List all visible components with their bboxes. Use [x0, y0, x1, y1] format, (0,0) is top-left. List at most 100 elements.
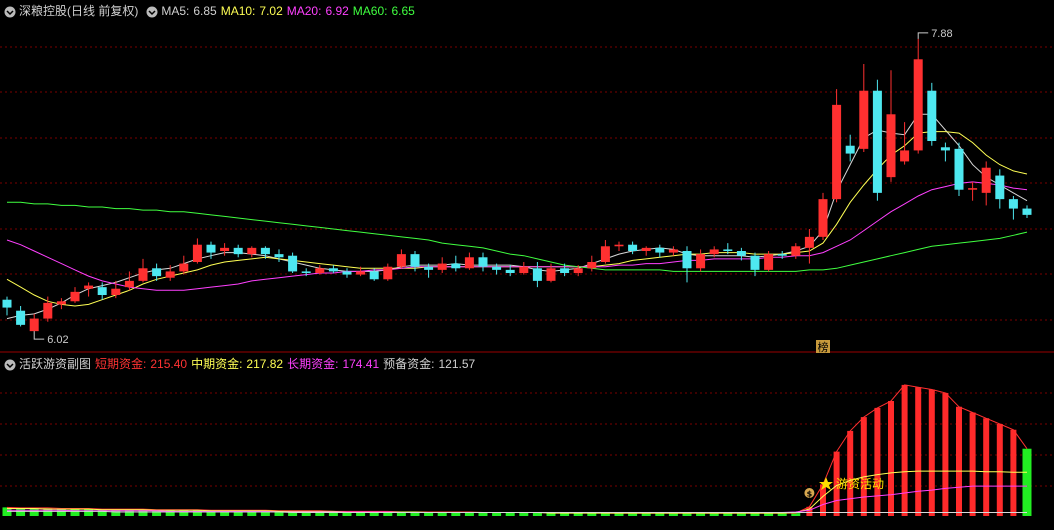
fund-line-3 — [7, 510, 1027, 513]
high-marker-line — [917, 32, 929, 39]
candle-body — [342, 271, 352, 275]
ma10-value: 7.02 — [259, 4, 283, 18]
candle-body — [410, 254, 420, 267]
stock-title: 深粮控股(日线 前复权) — [19, 4, 139, 18]
candle-body — [968, 188, 978, 190]
candle-body — [505, 269, 515, 273]
candle-body — [709, 249, 719, 255]
low-marker-label: 6.02 — [47, 334, 68, 346]
fund-bar — [492, 512, 502, 516]
ma-line-ma60 — [7, 201, 1028, 272]
candle-body — [519, 266, 529, 273]
mid-fund-value: 217.82 — [246, 357, 284, 371]
mid-fund-label: 中期资金: — [191, 357, 243, 371]
fund-bar — [901, 384, 908, 516]
fund-bar — [874, 407, 881, 516]
settings-dropdown-icon[interactable] — [146, 5, 158, 18]
candle-body — [383, 266, 393, 280]
candle-body — [16, 310, 26, 325]
candle-body — [913, 59, 923, 151]
candle-body — [220, 247, 230, 251]
candle-body — [315, 268, 325, 273]
fund-bar — [29, 507, 39, 516]
fund-bar — [70, 508, 80, 516]
fund-bar — [956, 406, 962, 516]
candle-body — [84, 285, 94, 289]
candle-body — [859, 90, 869, 149]
fund-bar — [996, 424, 1003, 516]
fund-bar — [56, 508, 66, 516]
candle-body — [165, 271, 175, 278]
fund-bar — [915, 387, 922, 516]
fund-bar — [847, 430, 854, 516]
candle-body — [995, 175, 1005, 200]
fund-bar — [860, 417, 867, 516]
candle-body — [97, 287, 107, 295]
candle-body — [301, 271, 311, 273]
candle-body — [927, 90, 937, 141]
candle-body — [192, 244, 202, 262]
ma5-label: MA5: — [161, 4, 190, 18]
candle-body — [260, 247, 270, 255]
candle-body — [111, 288, 121, 295]
candle-body — [424, 266, 434, 270]
candle-body — [29, 318, 39, 332]
coin-symbol: $ — [807, 490, 813, 499]
ma60-value: 6.65 — [391, 4, 415, 18]
chart-canvas[interactable]: 7.88 6.02 榜 $ 游资活动 — [0, 0, 1054, 525]
candle-body — [791, 246, 801, 256]
fund-line-0 — [6, 384, 1028, 514]
candle-body — [736, 251, 746, 256]
main-panel-header: 深粮控股(日线 前复权) MA5: 6.85 MA10: 7.02 MA20: 6.9… — [0, 2, 419, 20]
candle-body — [328, 268, 338, 272]
short-fund-value: 215.40 — [150, 357, 188, 371]
fund-bar — [519, 512, 529, 516]
ma5-value: 6.85 — [193, 4, 217, 18]
fund-activity-annotation: 游资活动 — [836, 477, 884, 491]
collapse-toggle-icon[interactable] — [4, 358, 16, 371]
candle-body — [274, 254, 284, 258]
candle-body — [804, 236, 814, 248]
candle-body — [152, 268, 162, 277]
ma60-label: MA60: — [352, 4, 388, 18]
candle-body — [872, 90, 882, 193]
candle-body — [124, 280, 134, 288]
candle-body — [682, 251, 692, 269]
fund-bar — [969, 412, 976, 516]
long-fund-value: 174.41 — [342, 357, 380, 371]
candle-body — [655, 247, 665, 253]
candle-body — [560, 268, 570, 273]
candle-body — [940, 147, 950, 151]
candle-body — [981, 167, 991, 193]
candle-body — [832, 104, 842, 200]
candle-body — [668, 249, 678, 253]
short-fund-label: 短期资金: — [95, 357, 147, 371]
fund-bar — [505, 512, 515, 516]
candle-body — [492, 266, 502, 270]
fund-bar — [942, 392, 949, 516]
candle-body — [600, 246, 610, 262]
chart-stage[interactable]: 7.88 6.02 榜 $ 游资活动 — [0, 0, 1054, 525]
candle-body — [179, 263, 189, 272]
candle-body — [764, 254, 774, 270]
candle-body — [206, 244, 216, 253]
candle-body — [369, 271, 379, 280]
ma20-value: 6.92 — [325, 4, 349, 18]
ranking-badge-label: 榜 — [818, 340, 829, 354]
candle-body — [138, 268, 148, 281]
candle-body — [723, 249, 733, 251]
high-marker-label: 7.88 — [931, 28, 952, 40]
fund-bar — [820, 484, 826, 516]
candle-body — [356, 271, 366, 275]
collapse-toggle-icon[interactable] — [4, 5, 16, 18]
candle-body — [233, 247, 243, 255]
candle-body — [546, 268, 556, 281]
indicator-title: 活跃游资副图 — [19, 357, 92, 371]
candle-body — [464, 257, 474, 269]
candle-body — [628, 244, 638, 251]
candle-body — [641, 247, 651, 251]
fund-bar — [16, 507, 26, 516]
candle-body — [886, 114, 896, 178]
candle-body — [70, 291, 80, 302]
candle-body — [587, 262, 597, 269]
